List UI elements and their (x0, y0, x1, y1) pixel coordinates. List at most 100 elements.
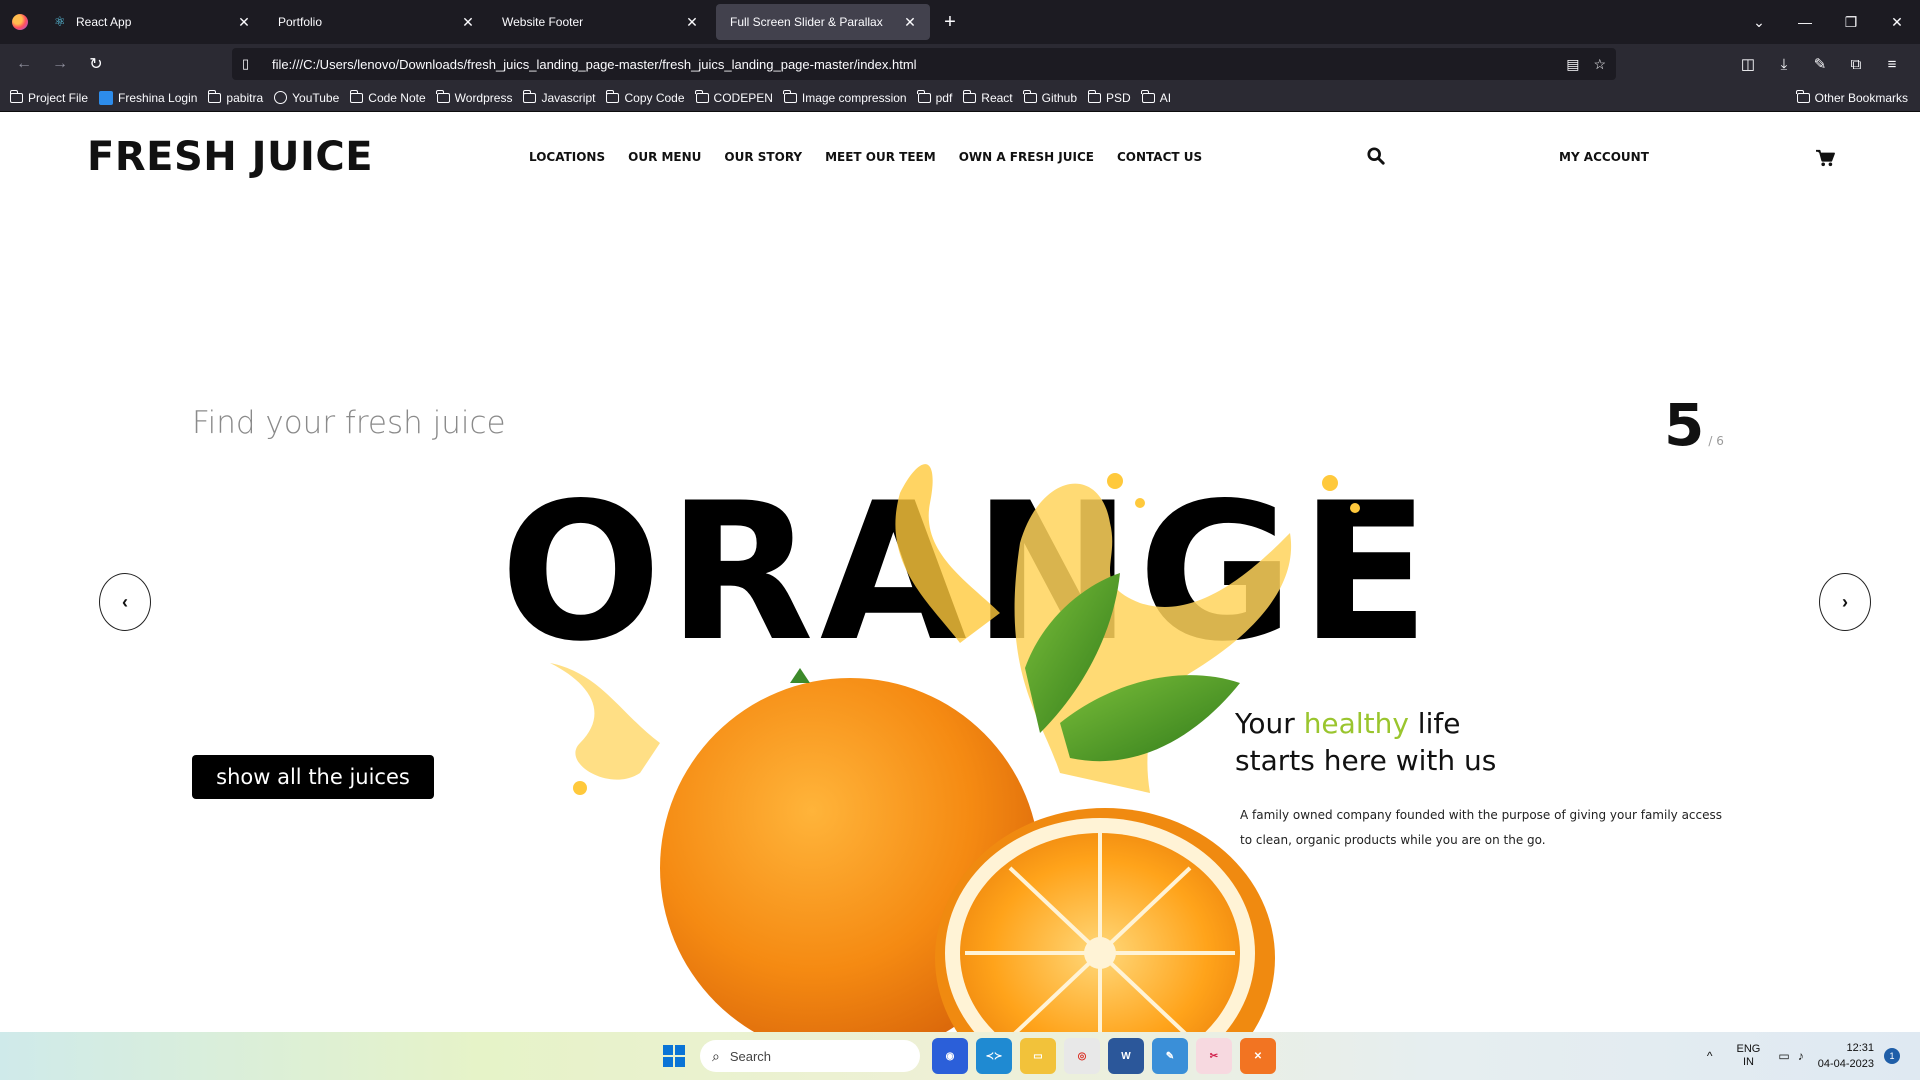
snipping-tool-taskbar-icon[interactable]: ✂ (1196, 1038, 1232, 1074)
folder-icon (695, 89, 709, 103)
bookmark-label: pdf (935, 90, 953, 105)
bookmark-javascript[interactable]: Javascript (522, 89, 595, 105)
slide-headline: Your healthy life starts here with us (1235, 705, 1496, 779)
bookmark-psd[interactable]: PSD (1087, 89, 1131, 105)
bookmark-label: pabitra (226, 90, 264, 105)
page-file-icon: ▯ (242, 56, 250, 71)
bookmark-pabitra[interactable]: pabitra (207, 89, 264, 105)
clock-time: 12:31 (1846, 1042, 1874, 1054)
vscode-taskbar-icon[interactable]: ≺≻ (976, 1038, 1012, 1074)
windows-start-icon[interactable] (656, 1038, 692, 1074)
reload-icon[interactable]: ↻ (78, 48, 114, 80)
nav-contact-us[interactable]: CONTACT US (1117, 150, 1202, 164)
minimize-icon[interactable]: — (1782, 14, 1828, 30)
bookmark-codepen[interactable]: CODEPEN (695, 89, 773, 105)
extensions-icon[interactable]: ⧉ (1838, 56, 1874, 73)
language-code: ENG (1736, 1043, 1761, 1055)
nav-our-menu[interactable]: OUR MENU (628, 150, 701, 164)
other-bookmarks[interactable]: Other Bookmarks (1796, 89, 1908, 105)
nav-own-a-fresh-juice[interactable]: OWN A FRESH JUICE (959, 150, 1094, 164)
system-clock[interactable]: 12:31 04-04-2023 (1818, 1040, 1874, 1072)
new-tab-button[interactable]: + (930, 0, 970, 44)
word-taskbar-icon[interactable]: W (1108, 1038, 1144, 1074)
headline-line2: starts here with us (1235, 744, 1497, 777)
bookmark-wordpress[interactable]: Wordpress (436, 89, 513, 105)
chevron-left-icon: ‹ (122, 591, 128, 612)
slider-prev-button[interactable]: ‹ (99, 573, 151, 631)
downloads-icon[interactable]: ⤓ (1766, 56, 1802, 73)
tab-full-screen-slider[interactable]: Full Screen Slider & Parallax ✕ (716, 4, 930, 40)
folder-icon (917, 89, 931, 103)
bookmark-star-icon[interactable]: ☆ (1593, 56, 1606, 73)
taskbar-search-placeholder: Search (729, 1048, 772, 1064)
xampp-taskbar-icon[interactable]: ✕ (1240, 1038, 1276, 1074)
show-hidden-icons-chevron-icon[interactable]: ^ (1707, 1049, 1713, 1063)
taskbar-search[interactable]: ⌕ Search (700, 1040, 920, 1072)
react-icon: ⚛ (54, 14, 66, 29)
restore-icon[interactable]: ❐ (1828, 14, 1874, 31)
slide-current: 5 (1664, 391, 1705, 459)
forward-icon[interactable]: → (42, 48, 78, 80)
chrome-taskbar-icon[interactable]: ◎ (1064, 1038, 1100, 1074)
volume-icon[interactable]: ♪ (1798, 1049, 1804, 1063)
slider-next-button[interactable]: › (1819, 573, 1871, 631)
bookmark-code-note[interactable]: Code Note (349, 89, 426, 105)
dev-tools-wrench-icon[interactable]: ✎ (1802, 55, 1838, 73)
network-icon[interactable]: ▭ (1778, 1049, 1789, 1063)
back-icon[interactable]: ← (6, 48, 42, 80)
headline-post: life (1408, 707, 1461, 740)
show-all-juices-button[interactable]: show all the juices (192, 755, 434, 799)
search-icon[interactable] (1367, 147, 1385, 165)
folder-icon (349, 89, 364, 103)
cart-icon[interactable] (1815, 149, 1835, 167)
bookmark-pdf[interactable]: pdf (917, 89, 953, 105)
bookmark-label: CODEPEN (713, 90, 773, 105)
file-explorer-taskbar-icon[interactable]: ▭ (1020, 1038, 1056, 1074)
bookmark-youtube[interactable]: YouTube (274, 91, 339, 105)
site-logo[interactable]: FRESH JUICE (87, 134, 373, 180)
bookmark-copy-code[interactable]: Copy Code (605, 89, 685, 105)
my-account-link[interactable]: MY ACCOUNT (1559, 150, 1649, 164)
close-window-icon[interactable]: ✕ (1874, 14, 1920, 31)
folder-icon (9, 89, 23, 103)
reader-view-icon[interactable]: ▤ (1566, 56, 1579, 73)
bookmark-label: Wordpress (454, 90, 513, 105)
close-tab-icon[interactable]: ✕ (684, 14, 700, 31)
close-tab-icon[interactable]: ✕ (236, 14, 252, 31)
firefox-view-button[interactable] (0, 0, 40, 44)
bookmark-label: React (981, 90, 1013, 105)
bookmark-image-compression[interactable]: Image compression (783, 89, 907, 105)
close-tab-icon[interactable]: ✕ (460, 14, 476, 31)
folder-icon (207, 89, 222, 103)
bookmark-freshina-login[interactable]: Freshina Login (99, 90, 197, 105)
web-page: FRESH JUICE LOCATIONS OUR MENU OUR STORY… (0, 113, 1920, 1032)
paint-taskbar-icon[interactable]: ✎ (1152, 1038, 1188, 1074)
slide-total: / 6 (1708, 434, 1724, 448)
tab-react-app[interactable]: ⚛ React App ✕ (40, 0, 264, 44)
nav-our-story[interactable]: OUR STORY (724, 150, 802, 164)
bookmark-github[interactable]: Github (1023, 89, 1077, 105)
folder-icon (783, 89, 797, 103)
notification-badge[interactable]: 1 (1884, 1048, 1900, 1064)
menu-hamburger-icon[interactable]: ≡ (1874, 56, 1910, 73)
firefox-taskbar-icon[interactable]: ◉ (932, 1038, 968, 1074)
pocket-icon[interactable]: ◫ (1730, 55, 1766, 73)
headline-highlight: healthy (1303, 707, 1409, 740)
close-tab-icon[interactable]: ✕ (902, 14, 918, 31)
language-indicator[interactable]: ENG IN (1737, 1043, 1761, 1069)
bookmark-react[interactable]: React (962, 89, 1013, 105)
browser-nav-toolbar: ← → ↻ ▯ file:///C:/Users/lenovo/Download… (0, 44, 1920, 84)
bookmark-ai[interactable]: AI (1141, 89, 1171, 105)
address-bar[interactable]: ▯ file:///C:/Users/lenovo/Downloads/fres… (232, 48, 1616, 80)
nav-locations[interactable]: LOCATIONS (529, 150, 605, 164)
nav-meet-our-team[interactable]: MEET OUR TEEM (825, 150, 936, 164)
url-text[interactable]: file:///C:/Users/lenovo/Downloads/fresh_… (262, 57, 1552, 72)
list-all-tabs-icon[interactable]: ⌄ (1736, 14, 1782, 31)
tab-label: React App (76, 15, 132, 29)
chevron-right-icon: › (1842, 591, 1848, 612)
bookmark-label: Github (1041, 90, 1077, 105)
folder-icon (605, 89, 620, 103)
tab-website-footer[interactable]: Website Footer ✕ (488, 0, 712, 44)
bookmark-project-file[interactable]: Project File (9, 89, 88, 105)
tab-portfolio[interactable]: Portfolio ✕ (264, 0, 488, 44)
